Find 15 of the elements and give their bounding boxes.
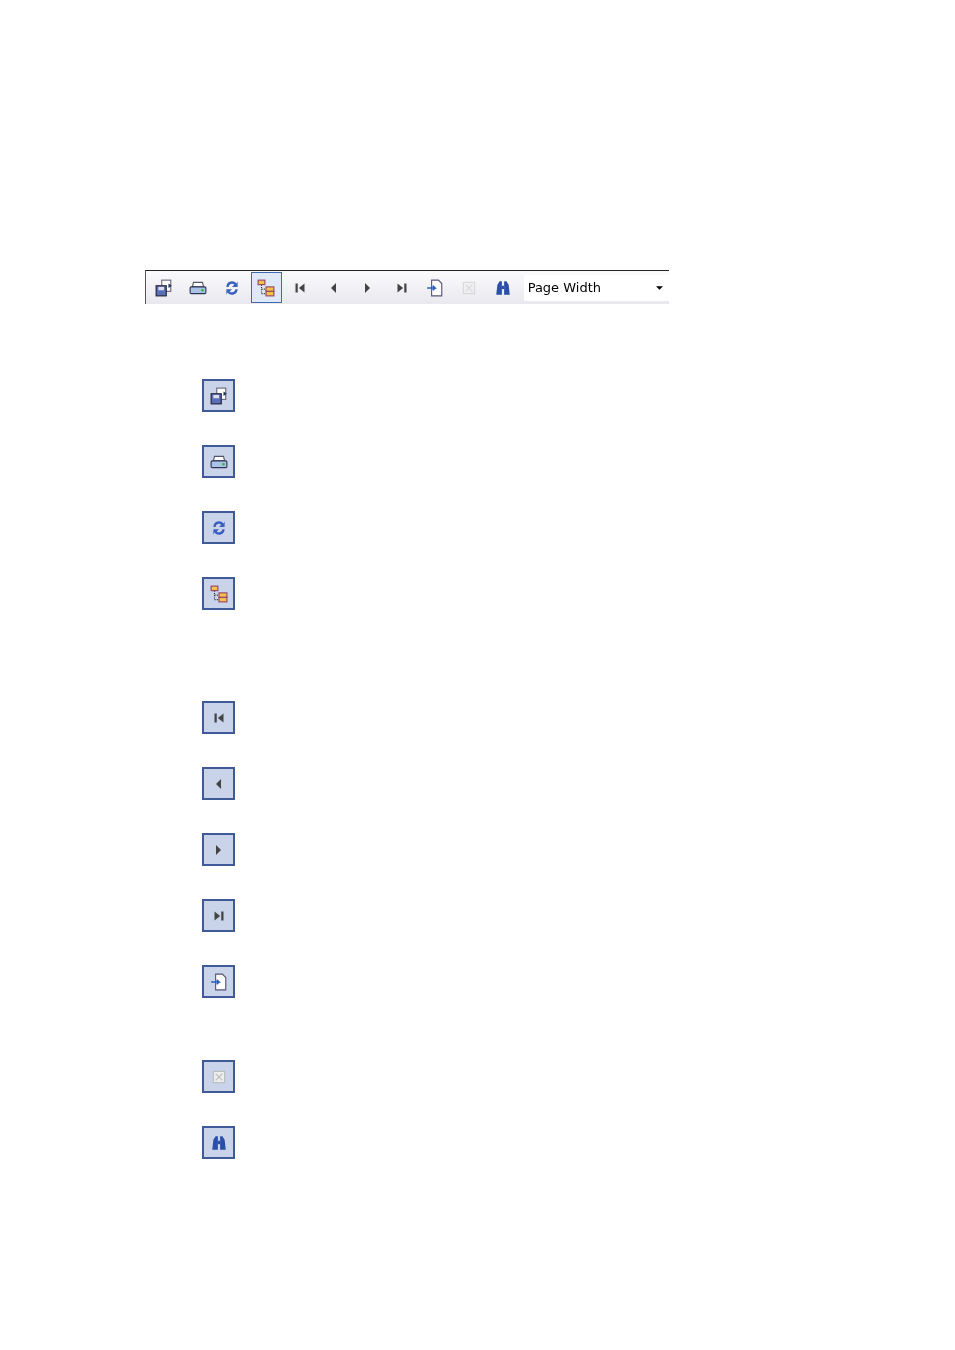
caret-icon — [656, 285, 664, 290]
previous-icon — [216, 778, 221, 789]
tree-icon — [257, 278, 276, 297]
binoculars-icon — [209, 1133, 228, 1152]
zoom-dropdown[interactable]: Page Width — [523, 274, 670, 301]
tree-icon — [209, 584, 228, 603]
next-icon — [216, 844, 221, 855]
page-arrow-icon — [209, 972, 228, 991]
export-icon — [209, 386, 228, 405]
export-icon — [155, 278, 174, 297]
next-icon — [365, 282, 371, 293]
previous-icon — [331, 282, 337, 293]
toolbar-button[interactable] — [250, 272, 282, 303]
page-arrow-icon — [426, 278, 445, 297]
binoculars-icon — [494, 278, 513, 297]
